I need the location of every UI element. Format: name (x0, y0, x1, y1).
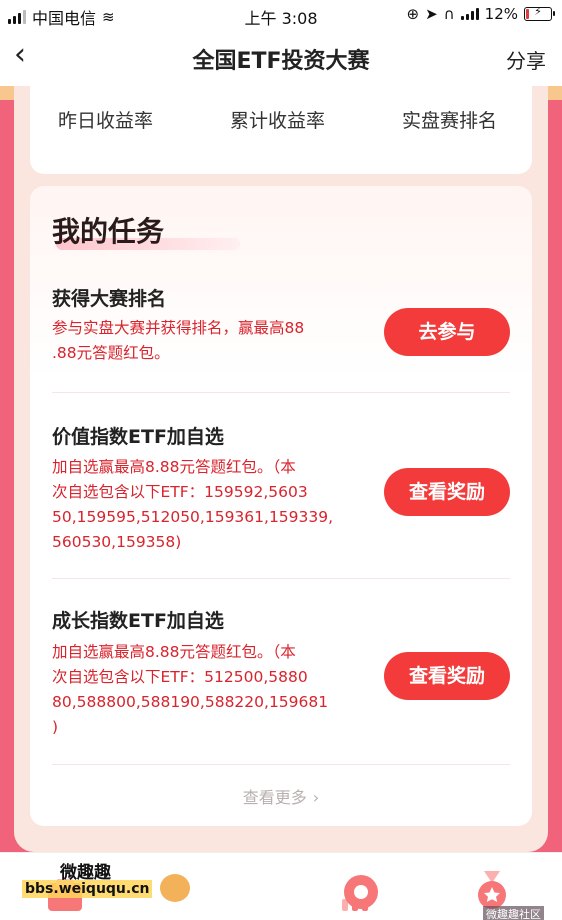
location-icon: ➤ (425, 5, 438, 23)
metric-yesterday-return: 昨日收益率 (58, 110, 154, 132)
divider (52, 578, 510, 579)
task-title: 价值指数ETF加自选 (52, 426, 224, 448)
task-description: 加自选赢最高8.88元答题红包。（本 次自选包含以下ETF：512500,588… (52, 640, 352, 740)
tab-1[interactable] (0, 853, 140, 920)
nav-bar: ‹ 全国ETF投资大赛 分享 (0, 30, 562, 86)
medal-icon (478, 871, 506, 909)
task-description: 参与实盘大赛并获得排名，赢最高88 .88元答题红包。 (52, 316, 352, 366)
task-title: 成长指数ETF加自选 (52, 610, 224, 632)
battery-icon: ⚡ (524, 5, 555, 21)
wifi-icon: ≋ (102, 8, 115, 26)
watermark-corner: 微趣趣社区 (483, 906, 544, 920)
page-title: 全国ETF投资大赛 (192, 49, 370, 74)
task-desc-line: .88元答题红包。 (52, 344, 170, 362)
carrier-name: 中国电信 (32, 9, 97, 28)
metrics-card: 昨日收益率 累计收益率 实盘赛排名 (30, 86, 532, 174)
task-desc-line: 加自选赢最高8.88元答题红包。（本 (52, 458, 296, 476)
task-description: 加自选赢最高8.88元答题红包。（本 次自选包含以下ETF：159592,560… (52, 455, 352, 555)
task-item: 价值指数ETF加自选 加自选赢最高8.88元答题红包。（本 次自选包含以下ETF… (52, 422, 510, 562)
task-desc-line: 50,159595,512050,159361,159339, (52, 508, 334, 526)
share-button[interactable]: 分享 (506, 45, 546, 74)
divider (52, 764, 510, 765)
view-reward-button[interactable]: 查看奖励 (384, 652, 510, 700)
metric-live-ranking: 实盘赛排名 (402, 110, 498, 132)
signal-icon (8, 10, 26, 24)
task-item: 获得大赛排名 参与实盘大赛并获得排名，赢最高88 .88元答题红包。 去参与 (52, 284, 510, 374)
view-more-link[interactable]: 查看更多 › (30, 784, 532, 808)
view-reward-button[interactable]: 查看奖励 (384, 468, 510, 516)
tab-1-icon (48, 879, 82, 911)
headphones-icon: ∩ (443, 5, 455, 23)
my-tasks-card: 我的任务 获得大赛排名 参与实盘大赛并获得排名，赢最高88 .88元答题红包。 … (30, 186, 532, 826)
task-desc-line: 次自选包含以下ETF：512500,5880 (52, 668, 308, 686)
bottom-tab-bar (0, 852, 562, 920)
tab-2[interactable] (140, 853, 368, 920)
my-tasks-heading: 我的任务 (52, 215, 165, 248)
task-item: 成长指数ETF加自选 加自选赢最高8.88元答题红包。（本 次自选包含以下ETF… (52, 606, 510, 746)
view-more-label: 查看更多 (242, 788, 307, 807)
chevron-right-icon: › (312, 788, 320, 807)
task-title: 获得大赛排名 (52, 288, 167, 310)
status-right: ⊕ ➤ ∩ 12% ⚡ (406, 5, 555, 23)
task-desc-line: 加自选赢最高8.88元答题红包。（本 (52, 643, 296, 661)
orientation-lock-icon: ⊕ (406, 5, 420, 23)
back-chevron-icon[interactable]: ‹ (14, 40, 26, 70)
task-desc-line: ) (52, 718, 59, 736)
task-desc-line: 80,588800,588190,588220,159681 (52, 693, 329, 711)
divider (52, 392, 510, 393)
join-button[interactable]: 去参与 (384, 308, 510, 356)
battery-percent: 12% (484, 5, 518, 23)
tab-3[interactable] (280, 853, 420, 920)
record-icon (344, 875, 378, 909)
signal-icon-right (460, 8, 479, 20)
status-bar: 中国电信 ≋ 上午 3:08 ⊕ ➤ ∩ 12% ⚡ (0, 0, 562, 30)
charging-bolt-icon: ⚡ (534, 5, 542, 18)
metric-cumulative-return: 累计收益率 (230, 110, 326, 132)
task-desc-line: 参与实盘大赛并获得排名，赢最高88 (52, 319, 305, 337)
task-desc-line: 次自选包含以下ETF：159592,5603 (52, 483, 308, 501)
task-desc-line: 560530,159358) (52, 533, 182, 551)
status-left: 中国电信 ≋ (8, 5, 115, 29)
